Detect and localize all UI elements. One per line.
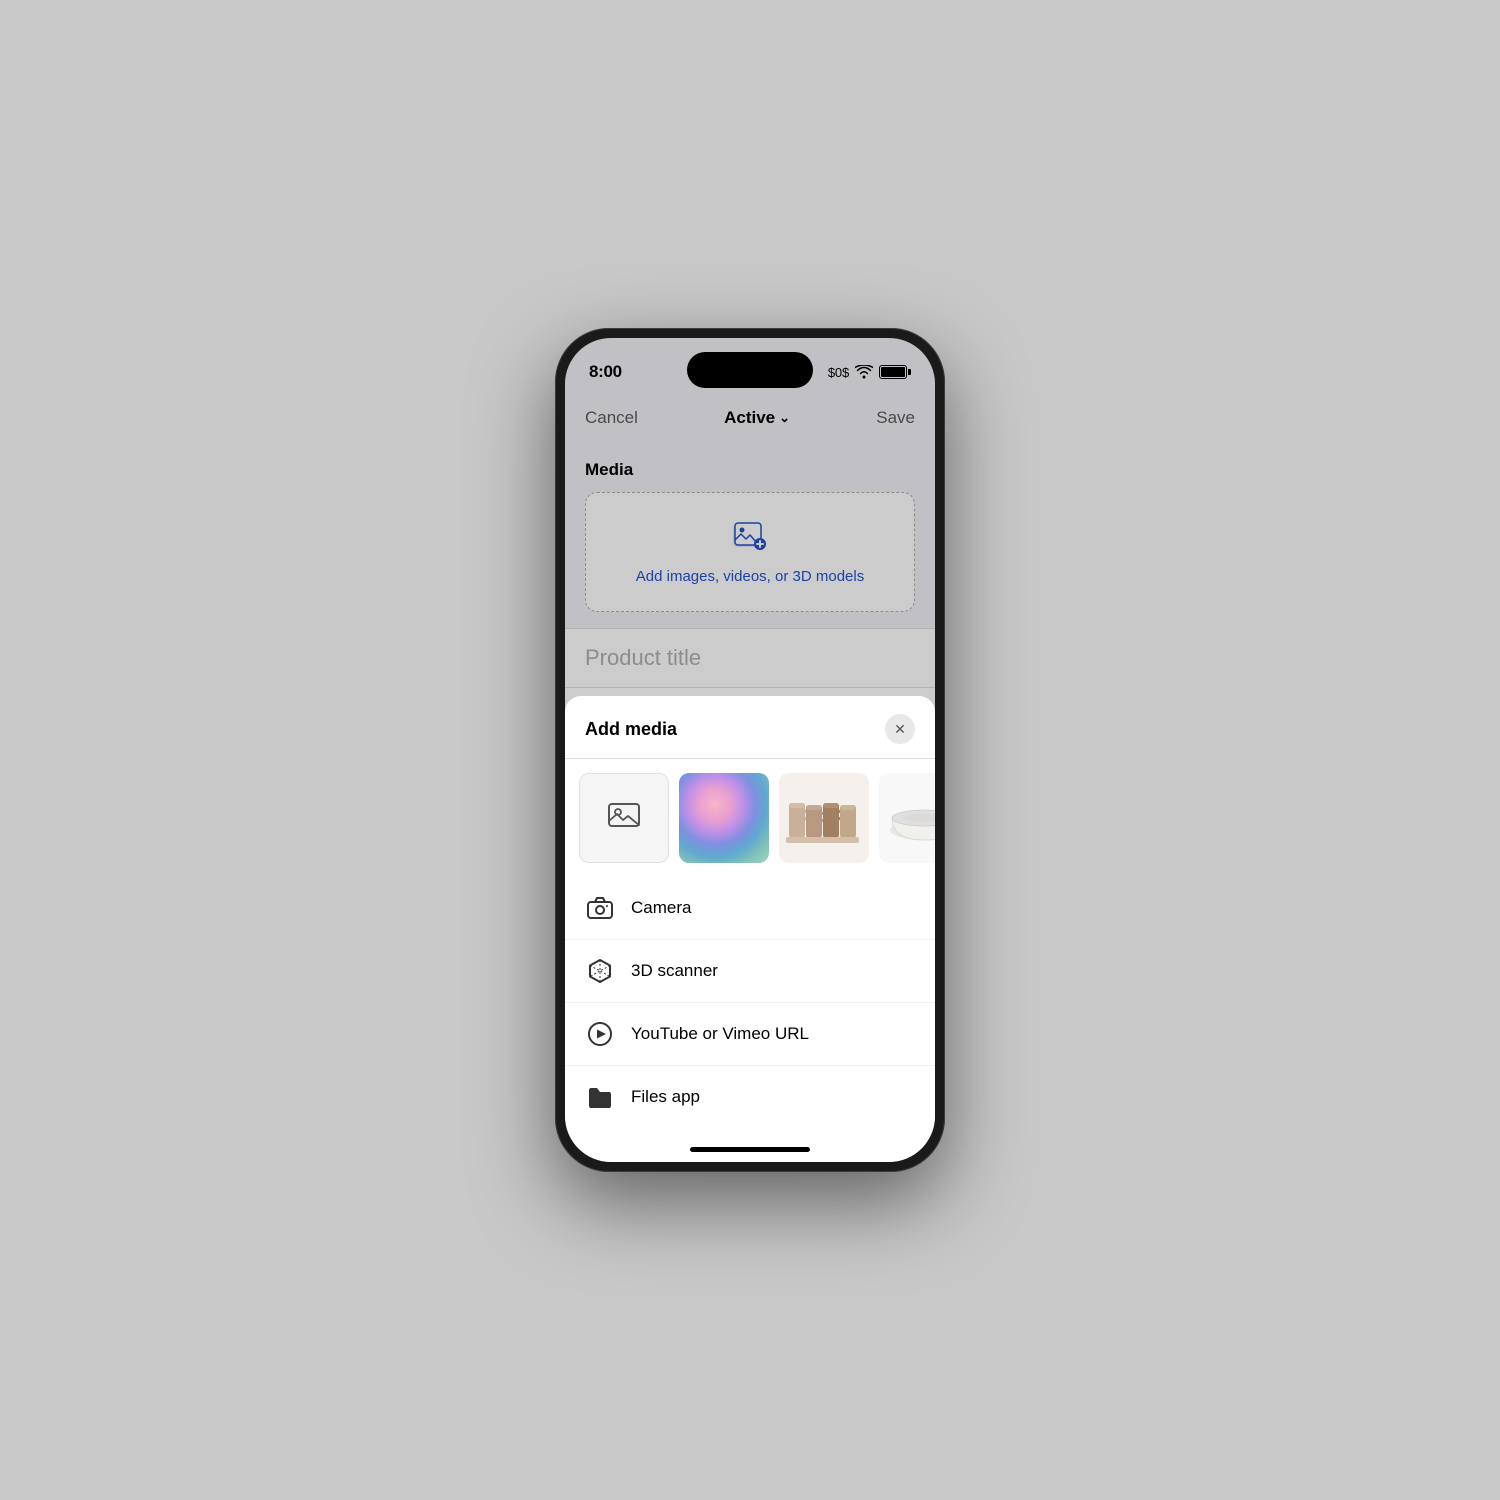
close-icon: ✕: [894, 721, 906, 738]
youtube-label: YouTube or Vimeo URL: [631, 1024, 809, 1044]
image-placeholder-icon: [608, 801, 640, 836]
bottom-sheet-close-button[interactable]: ✕: [885, 714, 915, 744]
bottom-sheet-title: Add media: [585, 719, 677, 740]
menu-options: Camera 3D scanner: [565, 877, 935, 1128]
bottom-sheet: Add media ✕: [565, 696, 935, 1162]
home-indicator: [690, 1147, 810, 1152]
files-label: Files app: [631, 1087, 700, 1107]
sphere-media-thumb[interactable]: [679, 773, 769, 863]
bottom-sheet-header: Add media ✕: [565, 696, 935, 759]
camera-label: Camera: [631, 898, 691, 918]
youtube-option[interactable]: YouTube or Vimeo URL: [565, 1003, 935, 1066]
phone-frame: 8:00 $0$ Cancel: [555, 328, 945, 1172]
camera-icon: [585, 893, 615, 923]
cups-media-thumb[interactable]: [779, 773, 869, 863]
media-picker-row: [565, 759, 935, 877]
files-icon: [585, 1082, 615, 1112]
scanner-icon: [585, 956, 615, 986]
phone-screen: 8:00 $0$ Cancel: [565, 338, 935, 1162]
camera-option[interactable]: Camera: [565, 877, 935, 940]
scanner-label: 3D scanner: [631, 961, 718, 981]
bowl-media-thumb[interactable]: [879, 773, 935, 863]
media-placeholder-thumb[interactable]: [579, 773, 669, 863]
files-option[interactable]: Files app: [565, 1066, 935, 1128]
scanner-option[interactable]: 3D scanner: [565, 940, 935, 1003]
play-icon: [585, 1019, 615, 1049]
